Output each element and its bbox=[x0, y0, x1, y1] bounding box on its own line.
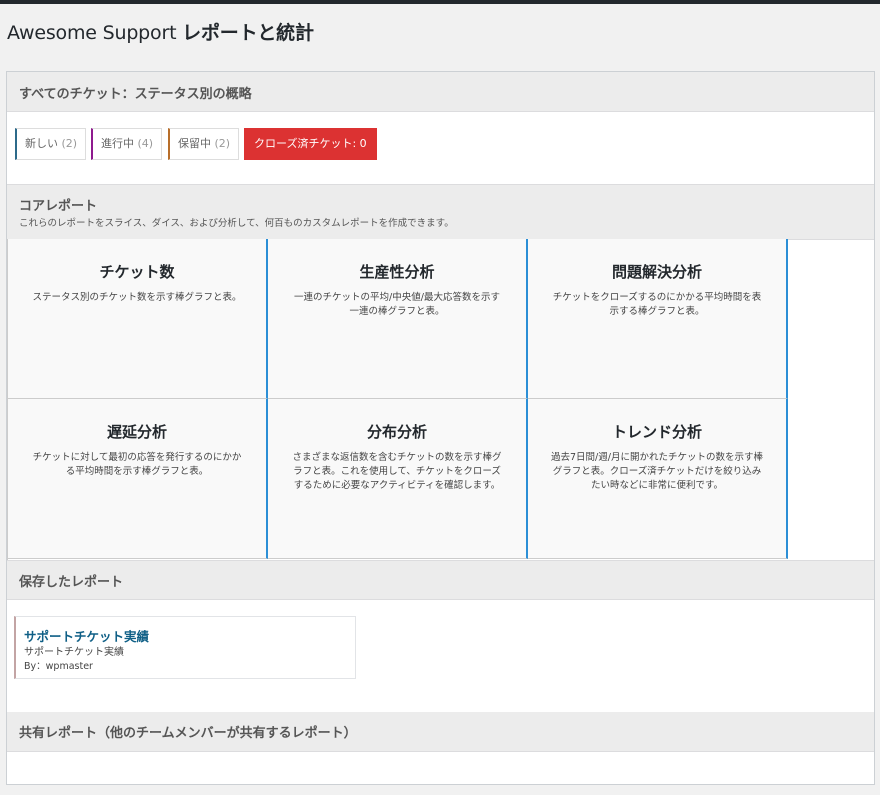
status-in-progress-button[interactable]: 進行中 (4) bbox=[91, 128, 163, 160]
saved-reports-header: 保存したレポート bbox=[7, 560, 874, 600]
core-reports-grid: チケット数 ステータス別のチケット数を示す棒グラフと表。 生産性分析 一連のチケ… bbox=[7, 239, 788, 560]
page-title: Awesome Support レポートと統計 bbox=[7, 22, 314, 44]
saved-reports-heading: 保存したレポート bbox=[19, 575, 124, 590]
saved-report-item: サポートチケット実績 サポートチケット実績 By：wpmaster bbox=[14, 616, 356, 679]
shared-reports-heading: 共有レポート（他のチームメンバーが共有するレポート） bbox=[19, 726, 357, 741]
core-reports-heading: コアレポート bbox=[19, 199, 98, 214]
status-on-hold-label: 保留中 bbox=[178, 137, 211, 150]
report-card-description: ステータス別のチケット数を示す棒グラフと表。 bbox=[32, 292, 242, 303]
report-card-title: 分布分析 bbox=[366, 423, 427, 441]
report-card-distribution[interactable]: 分布分析 さまざまな返信数を含むチケットの数を示す棒グラフと表。これを使用して、… bbox=[268, 399, 528, 559]
report-card-description: さまざまな返信数を含むチケットの数を示す棒グラフと表。これを使用して、チケットを… bbox=[292, 452, 502, 491]
report-card-productivity[interactable]: 生産性分析 一連のチケットの平均/中央値/最大応答数を示す一連の棒グラフと表。 bbox=[268, 239, 528, 399]
saved-report-author: By：wpmaster bbox=[24, 661, 93, 672]
report-card-description: チケットに対して最初の応答を発行するのにかかる平均時間を示す棒グラフと表。 bbox=[32, 452, 242, 477]
status-new-count: (2) bbox=[61, 137, 78, 150]
report-card-title: 生産性分析 bbox=[359, 263, 435, 281]
report-card-title: 問題解決分析 bbox=[611, 263, 702, 281]
status-new-button[interactable]: 新しい (2) bbox=[15, 128, 87, 160]
report-card-description: 一連のチケットの平均/中央値/最大応答数を示す一連の棒グラフと表。 bbox=[294, 292, 500, 317]
status-in-progress-count: (4) bbox=[137, 137, 154, 150]
saved-report-subtitle: サポートチケット実績 bbox=[24, 647, 124, 658]
report-card-trend[interactable]: トレンド分析 過去7日間/週/月に開かれたチケットの数を示す棒グラフと表。クロー… bbox=[528, 399, 788, 559]
status-in-progress-label: 進行中 bbox=[101, 137, 134, 150]
overview-heading: すべてのチケット：ステータス別の概略 bbox=[19, 87, 252, 102]
status-on-hold-button[interactable]: 保留中 (2) bbox=[168, 128, 240, 160]
status-new-label: 新しい bbox=[25, 137, 58, 150]
core-reports-description: これらのレポートをスライス、ダイス、および分析して、何百ものカスタムレポートを作… bbox=[19, 218, 454, 229]
shared-reports-header: 共有レポート（他のチームメンバーが共有するレポート） bbox=[7, 712, 874, 752]
status-closed-button[interactable]: クローズ済チケット: 0 bbox=[244, 128, 377, 160]
report-card-delay[interactable]: 遅延分析 チケットに対して最初の応答を発行するのにかかる平均時間を示す棒グラフと… bbox=[8, 399, 268, 559]
report-card-title: トレンド分析 bbox=[611, 423, 702, 441]
report-card-title: チケット数 bbox=[99, 263, 175, 281]
report-card-resolution[interactable]: 問題解決分析 チケットをクローズするのにかかる平均時間を表示する棒グラフと表。 bbox=[528, 239, 788, 399]
report-card-title: 遅延分析 bbox=[106, 423, 167, 441]
reports-panel: すべてのチケット：ステータス別の概略 新しい (2) 進行中 (4) 保留中 (… bbox=[6, 71, 875, 785]
admin-top-bar bbox=[0, 0, 880, 4]
overview-header: すべてのチケット：ステータス別の概略 bbox=[7, 72, 874, 112]
status-on-hold-count: (2) bbox=[214, 137, 231, 150]
report-card-ticket-count[interactable]: チケット数 ステータス別のチケット数を示す棒グラフと表。 bbox=[8, 239, 268, 399]
report-card-description: 過去7日間/週/月に開かれたチケットの数を示す棒グラフと表。クローズ済チケットだ… bbox=[551, 452, 763, 491]
report-card-description: チケットをクローズするのにかかる平均時間を表示する棒グラフと表。 bbox=[552, 292, 762, 317]
core-reports-header: コアレポート これらのレポートをスライス、ダイス、および分析して、何百ものカスタ… bbox=[7, 184, 874, 240]
